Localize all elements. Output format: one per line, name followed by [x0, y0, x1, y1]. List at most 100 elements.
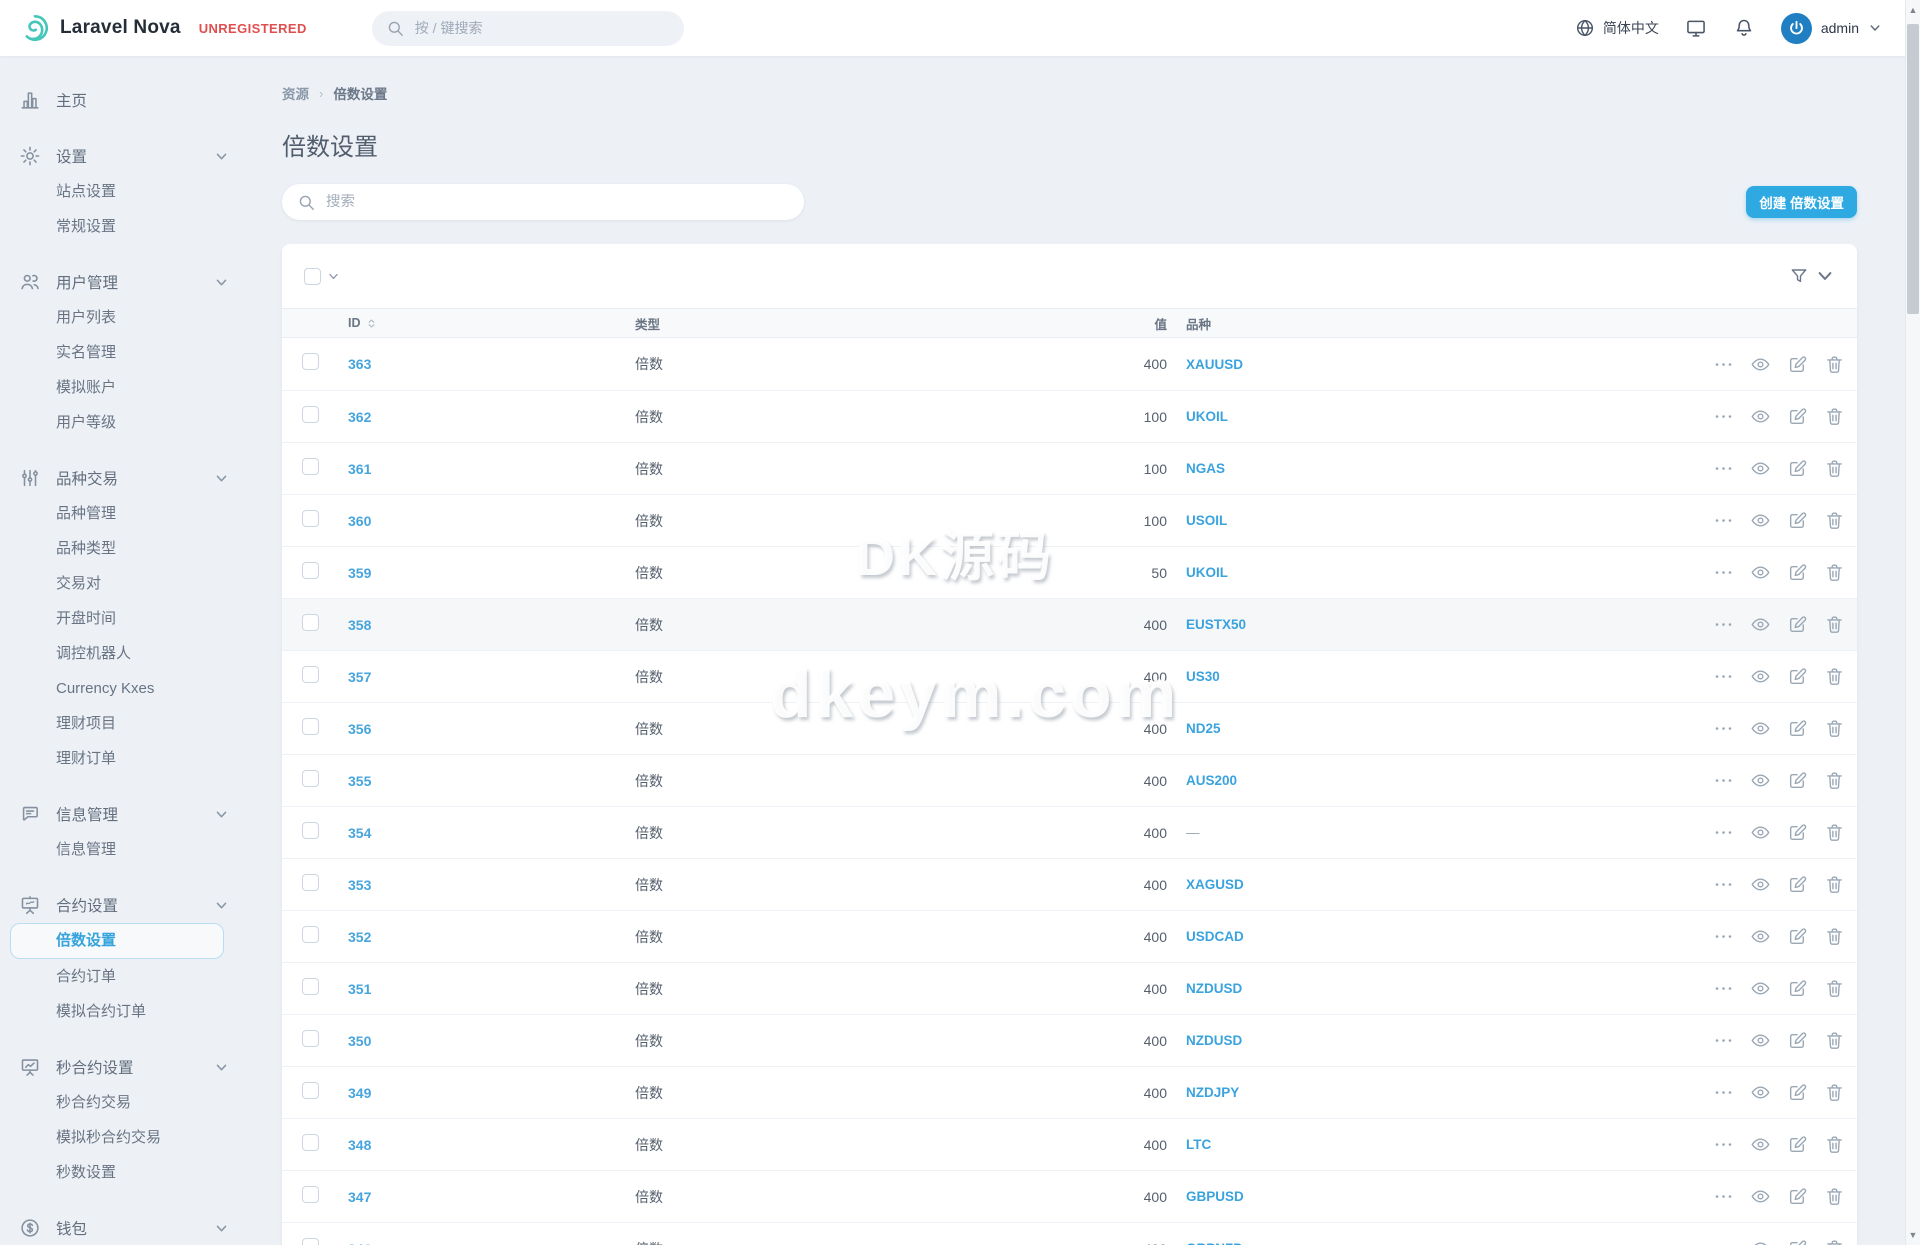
row-edit-pencil-icon[interactable]: [1787, 1186, 1808, 1207]
row-edit-pencil-icon[interactable]: [1787, 562, 1808, 583]
row-edit-pencil-icon[interactable]: [1787, 510, 1808, 531]
create-resource-button[interactable]: 创建 倍数设置: [1746, 186, 1857, 218]
row-actions-ellipsis-icon[interactable]: [1713, 770, 1734, 791]
table-row[interactable]: 355倍数400AUS200: [282, 754, 1857, 806]
row-actions-ellipsis-icon[interactable]: [1713, 1082, 1734, 1103]
sidebar-item[interactable]: 交易对: [0, 566, 260, 601]
row-view-eye-icon[interactable]: [1750, 354, 1771, 375]
row-symbol-link[interactable]: XAUUSD: [1167, 357, 1673, 372]
row-delete-trash-icon[interactable]: [1824, 978, 1845, 999]
row-id-link[interactable]: 359: [348, 565, 635, 581]
row-symbol-link[interactable]: UKOIL: [1167, 565, 1673, 580]
row-edit-pencil-icon[interactable]: [1787, 354, 1808, 375]
table-row[interactable]: 350倍数400NZDUSD: [282, 1014, 1857, 1066]
row-delete-trash-icon[interactable]: [1824, 458, 1845, 479]
table-row[interactable]: 354倍数400—: [282, 806, 1857, 858]
row-checkbox[interactable]: [302, 562, 319, 579]
table-row[interactable]: 361倍数100NGAS: [282, 442, 1857, 494]
row-view-eye-icon[interactable]: [1750, 614, 1771, 635]
row-id-link[interactable]: 353: [348, 877, 635, 893]
row-symbol-link[interactable]: US30: [1167, 669, 1673, 684]
row-symbol-link[interactable]: UKOIL: [1167, 409, 1673, 424]
sidebar-group-header[interactable]: 主页: [0, 82, 260, 118]
row-view-eye-icon[interactable]: [1750, 978, 1771, 999]
sidebar-item[interactable]: 理财订单: [0, 741, 260, 776]
row-delete-trash-icon[interactable]: [1824, 1238, 1845, 1245]
row-view-eye-icon[interactable]: [1750, 1186, 1771, 1207]
row-delete-trash-icon[interactable]: [1824, 1186, 1845, 1207]
row-id-link[interactable]: 348: [348, 1137, 635, 1153]
row-checkbox[interactable]: [302, 1186, 319, 1203]
row-actions-ellipsis-icon[interactable]: [1713, 354, 1734, 375]
sidebar-item[interactable]: 实名管理: [0, 335, 260, 370]
sidebar-group-header[interactable]: 秒合约设置: [0, 1049, 260, 1085]
sidebar-item-active[interactable]: 倍数设置: [10, 923, 224, 959]
row-symbol-link[interactable]: NZDUSD: [1167, 981, 1673, 996]
row-actions-ellipsis-icon[interactable]: [1713, 978, 1734, 999]
row-view-eye-icon[interactable]: [1750, 718, 1771, 739]
sidebar-item[interactable]: Currency Kxes: [0, 671, 260, 706]
table-row[interactable]: 351倍数400NZDUSD: [282, 962, 1857, 1014]
row-delete-trash-icon[interactable]: [1824, 770, 1845, 791]
table-row[interactable]: 363倍数400XAUUSD: [282, 338, 1857, 390]
row-symbol-link[interactable]: NZDUSD: [1167, 1033, 1673, 1048]
row-delete-trash-icon[interactable]: [1824, 718, 1845, 739]
sidebar-group-header[interactable]: 合约设置: [0, 887, 260, 923]
sidebar-item[interactable]: 调控机器人: [0, 636, 260, 671]
row-delete-trash-icon[interactable]: [1824, 354, 1845, 375]
row-id-link[interactable]: 351: [348, 981, 635, 997]
row-actions-ellipsis-icon[interactable]: [1713, 458, 1734, 479]
row-edit-pencil-icon[interactable]: [1787, 874, 1808, 895]
row-actions-ellipsis-icon[interactable]: [1713, 874, 1734, 895]
row-edit-pencil-icon[interactable]: [1787, 926, 1808, 947]
row-edit-pencil-icon[interactable]: [1787, 822, 1808, 843]
row-actions-ellipsis-icon[interactable]: [1713, 718, 1734, 739]
sidebar-item[interactable]: 用户列表: [0, 300, 260, 335]
row-edit-pencil-icon[interactable]: [1787, 1082, 1808, 1103]
row-id-link[interactable]: 357: [348, 669, 635, 685]
row-checkbox[interactable]: [302, 1082, 319, 1099]
sidebar-group-header[interactable]: 品种交易: [0, 460, 260, 496]
row-edit-pencil-icon[interactable]: [1787, 614, 1808, 635]
row-edit-pencil-icon[interactable]: [1787, 666, 1808, 687]
row-delete-trash-icon[interactable]: [1824, 510, 1845, 531]
table-row[interactable]: 347倍数400GBPUSD: [282, 1170, 1857, 1222]
breadcrumb-root-link[interactable]: 资源: [282, 83, 309, 103]
row-delete-trash-icon[interactable]: [1824, 1082, 1845, 1103]
row-actions-ellipsis-icon[interactable]: [1713, 510, 1734, 531]
sidebar-item[interactable]: 信息管理: [0, 832, 260, 867]
row-view-eye-icon[interactable]: [1750, 1134, 1771, 1155]
table-row[interactable]: 359倍数50UKOIL: [282, 546, 1857, 598]
row-checkbox[interactable]: [302, 353, 319, 370]
column-header-id[interactable]: ID: [348, 316, 635, 330]
row-checkbox[interactable]: [302, 1238, 319, 1245]
row-actions-ellipsis-icon[interactable]: [1713, 406, 1734, 427]
select-all-checkbox[interactable]: [304, 268, 321, 285]
row-id-link[interactable]: 363: [348, 356, 635, 372]
row-id-link[interactable]: 354: [348, 825, 635, 841]
row-checkbox[interactable]: [302, 978, 319, 995]
row-edit-pencil-icon[interactable]: [1787, 458, 1808, 479]
brand[interactable]: Laravel Nova: [20, 13, 181, 43]
row-view-eye-icon[interactable]: [1750, 822, 1771, 843]
sidebar-item[interactable]: 模拟合约订单: [0, 994, 260, 1029]
select-all-dropdown[interactable]: [304, 268, 340, 285]
row-actions-ellipsis-icon[interactable]: [1713, 562, 1734, 583]
row-edit-pencil-icon[interactable]: [1787, 718, 1808, 739]
theme-monitor-icon[interactable]: [1685, 17, 1707, 39]
global-search[interactable]: [372, 11, 684, 46]
row-symbol-link[interactable]: EUSTX50: [1167, 617, 1673, 632]
row-edit-pencil-icon[interactable]: [1787, 978, 1808, 999]
row-delete-trash-icon[interactable]: [1824, 614, 1845, 635]
row-view-eye-icon[interactable]: [1750, 926, 1771, 947]
row-id-link[interactable]: 349: [348, 1085, 635, 1101]
locale-switcher[interactable]: 简体中文: [1575, 18, 1659, 38]
row-id-link[interactable]: 356: [348, 721, 635, 737]
sidebar-group-header[interactable]: 用户管理: [0, 264, 260, 300]
row-edit-pencil-icon[interactable]: [1787, 406, 1808, 427]
row-edit-pencil-icon[interactable]: [1787, 1134, 1808, 1155]
scrollbar-up-arrow[interactable]: ▲: [1906, 3, 1920, 17]
row-symbol-link[interactable]: USOIL: [1167, 513, 1673, 528]
row-symbol-link[interactable]: LTC: [1167, 1137, 1673, 1152]
global-search-input[interactable]: [415, 20, 655, 36]
